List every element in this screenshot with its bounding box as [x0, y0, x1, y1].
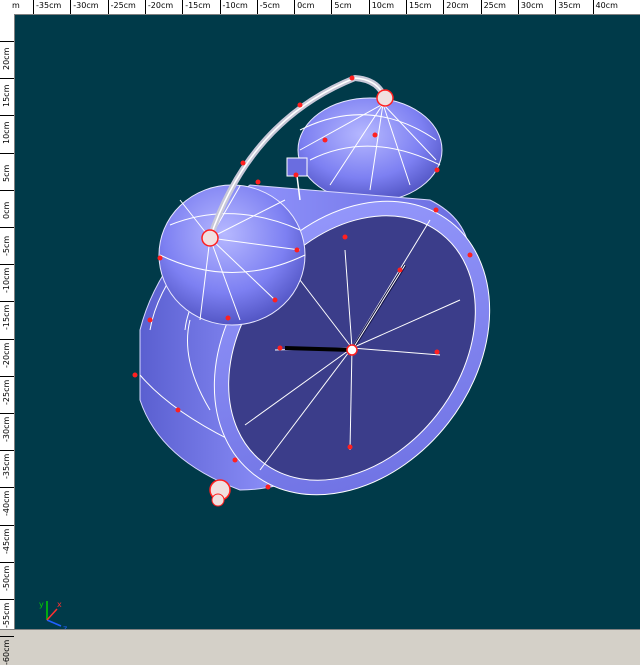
ruler-top-tick	[592, 0, 594, 14]
ruler-top-label: 20cm	[446, 1, 469, 10]
ruler-left-tick	[0, 338, 14, 340]
ruler-top-unit: m	[12, 1, 20, 10]
ruler-top-tick	[107, 0, 109, 14]
axis-x-label: x	[57, 600, 62, 609]
ruler-left-tick	[0, 450, 14, 452]
ruler-left-label: 10cm	[2, 122, 11, 145]
bell-finial-back[interactable]	[376, 89, 394, 107]
ruler-left-tick	[0, 636, 14, 638]
ruler-left-tick	[0, 413, 14, 414]
ruler-left-label: -15cm	[2, 305, 11, 331]
ruler-left-tick	[0, 152, 14, 154]
ruler-left-label: -25cm	[2, 379, 11, 405]
ruler-top-tick	[294, 0, 296, 14]
ruler-top-tick	[406, 0, 407, 14]
ruler-left-tick	[0, 375, 14, 377]
ruler-top-label: -10cm	[222, 1, 248, 10]
ruler-top-tick	[33, 0, 34, 14]
ruler-left-tick	[0, 561, 14, 563]
ruler-left-label: -30cm	[2, 416, 11, 442]
ruler-top-label: 10cm	[371, 1, 395, 10]
axes-gizmo: y x z	[37, 595, 77, 629]
ruler-left-label: 20cm	[2, 47, 11, 70]
ruler-left-label: -50cm	[2, 565, 11, 591]
ruler-left[interactable]: 20cm 15cm 10cm 5cm 0cm -5cm -10cm -15cm -20cm -25…	[0, 14, 15, 665]
ruler-top-label: -30cm	[73, 1, 99, 10]
ruler-top-label: -15cm	[185, 1, 211, 10]
clock-foot[interactable]	[209, 479, 231, 507]
ruler-top-label: 25cm	[483, 1, 506, 10]
ruler-left-label: -5cm	[2, 235, 11, 256]
ruler-left-label: -55cm	[2, 602, 11, 628]
bell-finial-front[interactable]	[201, 229, 219, 247]
back-bell[interactable]	[297, 97, 443, 203]
ruler-top-tick	[219, 0, 221, 14]
ruler-top-tick	[331, 0, 333, 14]
modeler-window: m -35cm -30cm -25cm -20cm -15cm -10cm -5cm 0cm 5…	[0, 0, 640, 665]
ruler-top-tick	[443, 0, 445, 14]
ruler-top-tick	[182, 0, 184, 14]
ruler-top-label: 30cm	[520, 1, 544, 10]
ruler-left-tick	[0, 115, 14, 117]
ruler-top-label: -5cm	[259, 1, 280, 10]
ruler-top-tick	[480, 0, 482, 14]
ruler-left-label: -10cm	[2, 267, 11, 294]
ruler-top-tick	[144, 0, 146, 14]
ruler-left-label: -35cm	[2, 453, 11, 480]
ruler-left-tick	[0, 301, 14, 303]
ruler-top-label: 5cm	[334, 1, 352, 10]
ruler-top-label: -25cm	[110, 1, 136, 10]
ruler-left-label: 15cm	[2, 84, 11, 108]
ruler-left-label: -40cm	[2, 491, 11, 517]
ruler-top-tick	[256, 0, 258, 14]
ruler-top-label: 40cm	[595, 1, 618, 10]
front-bell[interactable]	[158, 184, 306, 326]
axis-y-label: y	[39, 600, 44, 609]
ruler-left-tick	[0, 78, 14, 80]
ruler-left-tick	[0, 524, 14, 526]
ruler-left-tick	[0, 41, 14, 42]
ruler-left-label: 5cm	[2, 164, 11, 182]
ruler-left-tick	[0, 189, 14, 191]
ruler-left-tick	[0, 599, 14, 600]
ruler-top-label: -35cm	[36, 1, 62, 10]
alarm-clock-model[interactable]	[15, 15, 640, 629]
ruler-left-tick	[0, 227, 14, 228]
ruler-top-tick	[555, 0, 557, 14]
ruler-top-label: 0cm	[297, 1, 315, 10]
ruler-top-label: 15cm	[409, 1, 432, 10]
3d-viewport[interactable]: y x z	[15, 15, 640, 629]
ruler-top-tick	[70, 0, 72, 14]
ruler-left-label: -60cm	[2, 639, 11, 665]
ruler-left-tick	[0, 487, 14, 489]
ruler-top-label: -20cm	[147, 1, 174, 10]
ruler-top-tick	[368, 0, 370, 14]
ruler-top-tick	[517, 0, 519, 14]
ruler-left-label: -45cm	[2, 528, 11, 554]
ruler-top[interactable]: m -35cm -30cm -25cm -20cm -15cm -10cm -5cm 0cm 5…	[0, 0, 640, 15]
ruler-left-tick	[0, 264, 14, 266]
ruler-left-label: 0cm	[2, 201, 11, 219]
ruler-left-label: -20cm	[2, 342, 11, 368]
ruler-top-label: 35cm	[558, 1, 581, 10]
